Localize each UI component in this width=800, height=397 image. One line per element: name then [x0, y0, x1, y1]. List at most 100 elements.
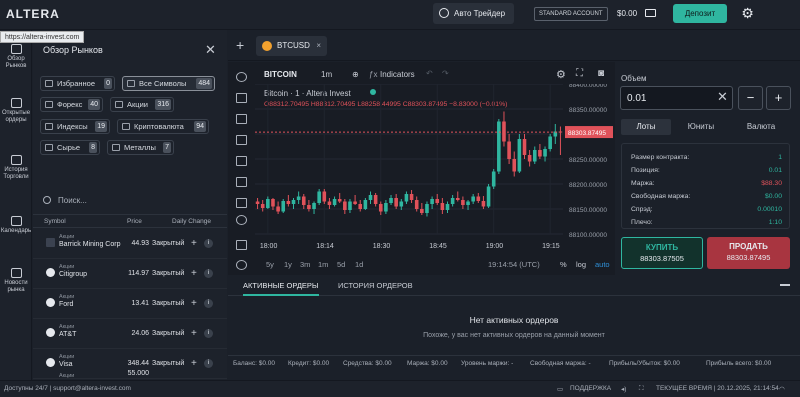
- indicators-button[interactable]: Indicators: [380, 70, 415, 79]
- sell-button[interactable]: ПРОДАТЬ 88303.87495: [707, 237, 790, 269]
- camera-icon[interactable]: ◙: [598, 68, 604, 79]
- crypto-icon: [122, 123, 130, 130]
- info-position: Позиция: 0.01: [631, 167, 782, 174]
- percent-toggle[interactable]: %: [560, 260, 567, 269]
- rail-calendar[interactable]: Календарь: [0, 216, 32, 235]
- chart-symbol[interactable]: BITCOIN: [264, 70, 297, 79]
- emoji-icon[interactable]: [236, 215, 247, 225]
- filter-indices[interactable]: Индексы 19: [40, 119, 110, 134]
- filter-stocks[interactable]: Акции 316: [110, 97, 174, 112]
- fib-icon[interactable]: [236, 114, 247, 124]
- range-1m[interactable]: 1m: [318, 260, 328, 269]
- interval-selector[interactable]: 1m: [321, 70, 332, 79]
- unit-tab-currency[interactable]: Валюта: [736, 119, 786, 135]
- info-icon[interactable]: i: [204, 269, 213, 278]
- unit-tab-lots[interactable]: Лоты: [621, 119, 671, 135]
- range-5d[interactable]: 5d: [337, 260, 345, 269]
- measure-icon[interactable]: [236, 240, 247, 250]
- log-toggle[interactable]: log: [576, 260, 586, 269]
- filter-all-symbols[interactable]: Все Символы 484: [122, 76, 215, 91]
- account-type-badge[interactable]: STANDARD ACCOUNT: [534, 7, 608, 21]
- brush-icon[interactable]: [236, 135, 247, 145]
- table-row[interactable]: Акции AT&T 24.06 Закрытый + i: [33, 319, 227, 349]
- add-favorite-icon[interactable]: +: [191, 268, 197, 279]
- range-1d[interactable]: 1d: [355, 260, 363, 269]
- col-symbol[interactable]: Symbol: [44, 218, 66, 225]
- tab-order-history[interactable]: ИСТОРИЯ ОРДЕРОВ: [338, 281, 413, 290]
- fullscreen-icon[interactable]: ⛶: [576, 68, 583, 79]
- candle-body: [317, 191, 321, 203]
- indicators-icon: ƒx: [369, 70, 378, 79]
- rail-trade-history[interactable]: История Торговли: [0, 155, 32, 181]
- search-input[interactable]: [58, 194, 208, 207]
- tab-active-orders[interactable]: АКТИВНЫЕ ОРДЕРЫ: [243, 281, 319, 296]
- symbol-logo: [46, 238, 55, 247]
- minimize-icon[interactable]: [780, 284, 790, 286]
- tab-btcusd[interactable]: BTCUSD ×: [256, 36, 327, 56]
- stat-margin: Маржа: $0.00: [407, 360, 448, 367]
- auto-trader-button[interactable]: Авто Трейдер: [433, 3, 514, 24]
- auto-toggle[interactable]: auto: [595, 260, 610, 269]
- close-tab-icon[interactable]: ×: [316, 36, 321, 56]
- chat-icon[interactable]: ▭: [557, 385, 563, 393]
- support-link[interactable]: ПОДДЕРЖКА: [570, 385, 611, 392]
- info-icon[interactable]: i: [204, 239, 213, 248]
- symbol-category: Акции: [59, 373, 75, 379]
- add-favorite-icon[interactable]: +: [191, 298, 197, 309]
- range-1y[interactable]: 1y: [284, 260, 292, 269]
- candlestick-chart[interactable]: 88400.0000088350.0000088300.0000088250.0…: [251, 84, 615, 256]
- wallet-icon[interactable]: [645, 9, 656, 17]
- close-icon[interactable]: ✕: [205, 42, 216, 58]
- range-5y[interactable]: 5y: [266, 260, 274, 269]
- fullscreen-icon[interactable]: ⛶: [639, 385, 644, 393]
- add-tab-icon[interactable]: +: [236, 37, 244, 53]
- candle-body: [296, 196, 301, 200]
- candle-body: [358, 204, 363, 209]
- chart-settings-icon[interactable]: ⚙: [556, 68, 566, 81]
- rail-market-news[interactable]: Новости рынка: [0, 268, 32, 294]
- undo-icon[interactable]: ↶: [426, 69, 433, 78]
- ruler-icon[interactable]: [236, 198, 247, 208]
- filter-metals[interactable]: Металлы 7: [107, 140, 174, 155]
- volume-decrease-button[interactable]: −: [738, 86, 763, 110]
- trendline-icon[interactable]: [236, 93, 247, 103]
- crosshair-icon[interactable]: [236, 72, 247, 82]
- compare-icon[interactable]: ⊕: [352, 70, 359, 79]
- filter-crypto[interactable]: Криптовалюта 94: [117, 119, 209, 134]
- candle-body: [430, 199, 434, 204]
- info-icon[interactable]: i: [204, 329, 213, 338]
- chart-toolbar: BITCOIN 1m ⊕ ƒx Indicators ↶ ↷ ⚙ ⛶ ◙: [256, 67, 616, 83]
- filter-count: 484: [196, 78, 212, 89]
- table-row[interactable]: Акции Barrick Mining Corp 44.93 Закрытый…: [33, 229, 227, 259]
- filter-commodities[interactable]: Сырье 8: [40, 140, 100, 155]
- buy-button[interactable]: КУПИТЬ 88303.87505: [621, 237, 703, 269]
- range-3m[interactable]: 3m: [300, 260, 310, 269]
- add-favorite-icon[interactable]: +: [191, 358, 197, 369]
- table-row[interactable]: Акции Ford 13.41 Закрытый + i: [33, 289, 227, 319]
- rail-open-orders[interactable]: Открытые ордеры: [0, 98, 32, 124]
- info-icon[interactable]: i: [204, 359, 213, 368]
- zoom-icon[interactable]: [236, 260, 247, 270]
- clear-icon[interactable]: ✕: [717, 89, 728, 105]
- col-price[interactable]: Price: [127, 218, 142, 225]
- text-icon[interactable]: [236, 156, 247, 166]
- volume-icon[interactable]: ◂): [621, 385, 626, 393]
- unit-tab-units[interactable]: Юниты: [676, 119, 726, 135]
- info-icon[interactable]: i: [204, 299, 213, 308]
- redo-icon[interactable]: ↷: [442, 69, 449, 78]
- pattern-icon[interactable]: [236, 177, 247, 187]
- filter-favorites[interactable]: Избранное 0: [40, 76, 115, 91]
- col-daily-change[interactable]: Daily Change: [172, 218, 211, 225]
- add-favorite-icon[interactable]: +: [191, 328, 197, 339]
- candle-body: [291, 200, 296, 204]
- settings-gear-icon[interactable]: ⚙: [740, 6, 755, 21]
- rail-market-overview[interactable]: Обзор Рынков: [0, 44, 32, 70]
- volume-increase-button[interactable]: +: [766, 86, 791, 110]
- table-row[interactable]: Акции Citigroup 114.97 Закрытый + i: [33, 259, 227, 289]
- candle-body: [363, 200, 368, 209]
- logo[interactable]: ALTERA: [6, 7, 60, 21]
- deposit-button[interactable]: Депозит: [673, 4, 727, 23]
- search-box[interactable]: [43, 194, 219, 209]
- add-favorite-icon[interactable]: +: [191, 238, 197, 249]
- filter-forex[interactable]: Форекс 40: [40, 97, 103, 112]
